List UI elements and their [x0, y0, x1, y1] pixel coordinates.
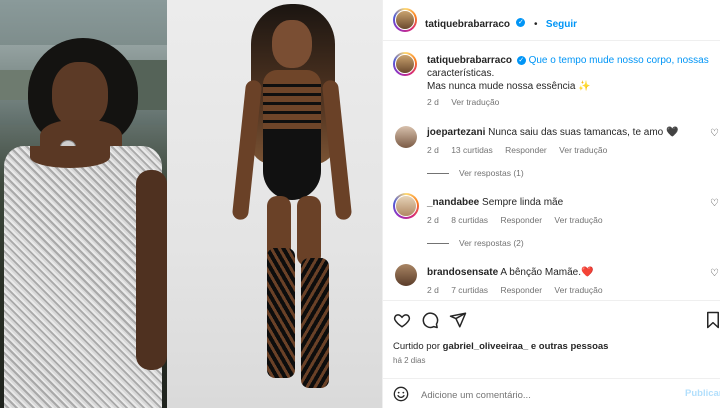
after-photo: [167, 0, 382, 408]
author-username[interactable]: tatiquebrabarraco: [425, 19, 510, 30]
likes-summary: Curtido por gabriel_oliveeiraa_ e outras…: [393, 341, 608, 352]
comment-item: _nandabee Sempre linda mãe 2 d 8 curtida…: [427, 196, 707, 225]
comment-text: Sempre linda mãe: [482, 197, 564, 208]
comment-text: Nunca saiu das suas tamancas, te amo 🖤: [488, 127, 679, 138]
comment-input[interactable]: [419, 385, 663, 405]
share-icon[interactable]: [449, 311, 467, 329]
comment-age: 2 d: [427, 285, 439, 295]
heart-icon[interactable]: ♡: [710, 128, 719, 139]
caption-text-2: características.: [427, 68, 495, 79]
comment-text: A bênção Mamãe.❤️: [500, 267, 594, 278]
verified-icon: ✓: [516, 55, 526, 65]
like-heart-icon[interactable]: [393, 311, 411, 329]
publish-button[interactable]: Publicar: [685, 388, 720, 399]
caption-avatar[interactable]: [393, 52, 417, 76]
comment-username[interactable]: joepartezani: [427, 127, 485, 138]
caption-text-3: Mas nunca mude nossa essência ✨: [427, 81, 591, 92]
view-replies-link[interactable]: Ver respostas (1): [427, 168, 524, 178]
comment-avatar[interactable]: [393, 193, 419, 219]
comment-item: joepartezani Nunca saiu das suas tamanca…: [427, 126, 707, 155]
comment-translate-link[interactable]: Ver tradução: [554, 215, 602, 225]
caption-translate-link[interactable]: Ver tradução: [451, 97, 499, 107]
comment-item: brandosensate A bênção Mamãe.❤️ 2 d 7 cu…: [427, 266, 707, 295]
comment-username[interactable]: _nandabee: [427, 197, 479, 208]
comment-likes[interactable]: 13 curtidas: [451, 145, 493, 155]
emoji-icon[interactable]: [393, 386, 409, 402]
view-replies-link[interactable]: Ver respostas (2): [427, 238, 524, 248]
post-media[interactable]: [0, 0, 382, 408]
post-header: tatiquebrabarraco ✓ • Seguir: [383, 0, 720, 41]
comment-likes[interactable]: 8 curtidas: [451, 215, 488, 225]
comment-username[interactable]: brandosensate: [427, 267, 498, 278]
heart-icon[interactable]: ♡: [710, 268, 719, 279]
comment-age: 2 d: [427, 145, 439, 155]
likes-user[interactable]: gabriel_oliveeiraa_: [443, 341, 529, 352]
comment-icon[interactable]: [421, 311, 439, 329]
comment-translate-link[interactable]: Ver tradução: [554, 285, 602, 295]
caption: tatiquebrabarraco ✓ Que o tempo mude nos…: [427, 54, 717, 107]
reply-button[interactable]: Responder: [500, 215, 542, 225]
before-photo: [0, 0, 167, 408]
likes-prefix: Curtido por: [393, 341, 440, 352]
likes-others[interactable]: e outras pessoas: [531, 341, 609, 352]
heart-icon[interactable]: ♡: [710, 198, 719, 209]
comment-avatar[interactable]: [395, 126, 417, 148]
reply-button[interactable]: Responder: [505, 145, 547, 155]
comment-likes[interactable]: 7 curtidas: [451, 285, 488, 295]
bookmark-icon[interactable]: [705, 311, 720, 329]
post-age: há 2 dias: [393, 356, 426, 365]
follow-button[interactable]: Seguir: [546, 19, 577, 30]
separator-dot: •: [533, 19, 538, 30]
author-avatar[interactable]: [393, 8, 417, 32]
verified-icon: ✓: [516, 18, 526, 28]
reply-button[interactable]: Responder: [500, 285, 542, 295]
comment-age: 2 d: [427, 215, 439, 225]
caption-username[interactable]: tatiquebrabarraco: [427, 55, 512, 66]
comment-translate-link[interactable]: Ver tradução: [559, 145, 607, 155]
comment-bar: Publicar: [383, 378, 720, 409]
comment-avatar[interactable]: [395, 264, 417, 286]
post-panel: tatiquebrabarraco ✓ • Seguir tatiquebrab…: [382, 0, 720, 408]
caption-age: 2 d: [427, 97, 439, 107]
caption-text-1: Que o tempo mude nosso corpo, nossas: [528, 55, 709, 66]
